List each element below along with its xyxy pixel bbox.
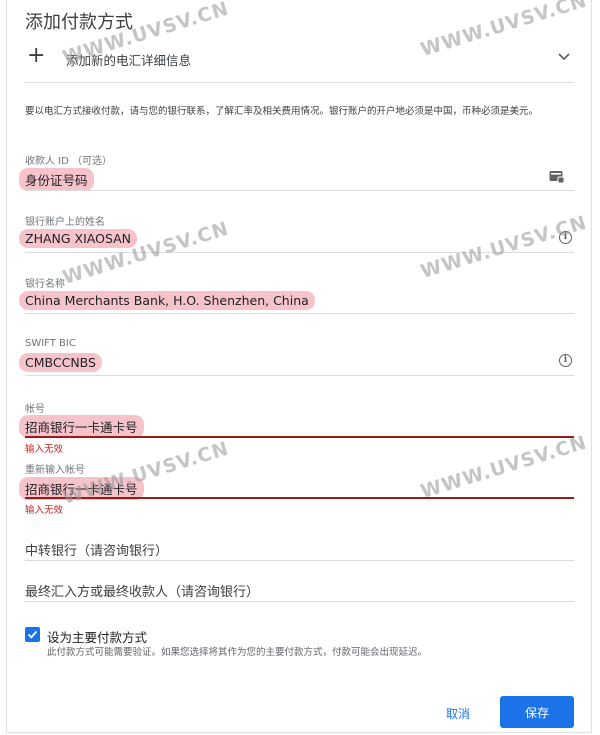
primary-payment-checkbox[interactable] xyxy=(25,627,40,642)
intermediary-bank-field[interactable]: 中转银行（请咨询银行） xyxy=(25,540,168,559)
account-number-label: 帐号 xyxy=(25,404,45,415)
final-payee-underline xyxy=(25,601,574,602)
account-number-underline xyxy=(25,436,574,438)
swift-underline xyxy=(25,375,574,376)
save-button[interactable]: 保存 xyxy=(500,696,574,728)
intermediary-bank-underline xyxy=(25,560,574,561)
primary-payment-note: 此付款方式可能需要验证。如果您选择将其作为您的主要付款方式，付款可能会出现延迟。 xyxy=(47,647,428,658)
payee-id-field[interactable]: 身份证号码 xyxy=(19,168,94,191)
cancel-button[interactable]: 取消 xyxy=(446,705,470,722)
bank-name-underline xyxy=(25,313,574,314)
account-number-confirm-error: 输入无效 xyxy=(25,505,64,516)
account-name-value: ZHANG XIAOSAN xyxy=(19,229,138,248)
payee-id-label: 收款人 ID （可选） xyxy=(25,156,113,167)
plus-icon[interactable]: + xyxy=(27,44,45,68)
card-icon[interactable] xyxy=(549,170,565,184)
info-text: 要以电汇方式接收付款，请与您的银行联系，了解汇率及相关费用情况。银行账户的开户地… xyxy=(25,106,539,117)
final-payee-field[interactable]: 最终汇入方或最终收款人（请咨询银行） xyxy=(25,581,259,600)
account-number-error: 输入无效 xyxy=(25,444,64,455)
account-number-confirm-label: 重新输入帐号 xyxy=(25,465,85,476)
swift-field[interactable]: CMBCCNBS xyxy=(19,352,102,372)
bank-name-label: 银行名称 xyxy=(25,279,65,290)
divider xyxy=(25,82,574,83)
account-number-value: 招商银行一卡通卡号 xyxy=(19,415,144,438)
chevron-down-icon[interactable] xyxy=(556,50,572,64)
account-number-confirm-underline xyxy=(25,497,574,499)
info-icon[interactable]: i xyxy=(559,354,572,367)
payee-id-value: 身份证号码 xyxy=(19,168,94,191)
swift-value: CMBCCNBS xyxy=(19,353,102,372)
bank-name-value: China Merchants Bank, H.O. Shenzhen, Chi… xyxy=(19,291,315,310)
account-name-field[interactable]: ZHANG XIAOSAN xyxy=(19,228,138,248)
bank-name-field[interactable]: China Merchants Bank, H.O. Shenzhen, Chi… xyxy=(19,290,315,310)
account-name-label: 银行账户上的姓名 xyxy=(25,217,105,228)
swift-label: SWIFT BIC xyxy=(25,338,76,349)
check-icon xyxy=(27,630,38,639)
account-number-field[interactable]: 招商银行一卡通卡号 xyxy=(19,415,144,438)
payee-id-underline xyxy=(25,190,574,191)
